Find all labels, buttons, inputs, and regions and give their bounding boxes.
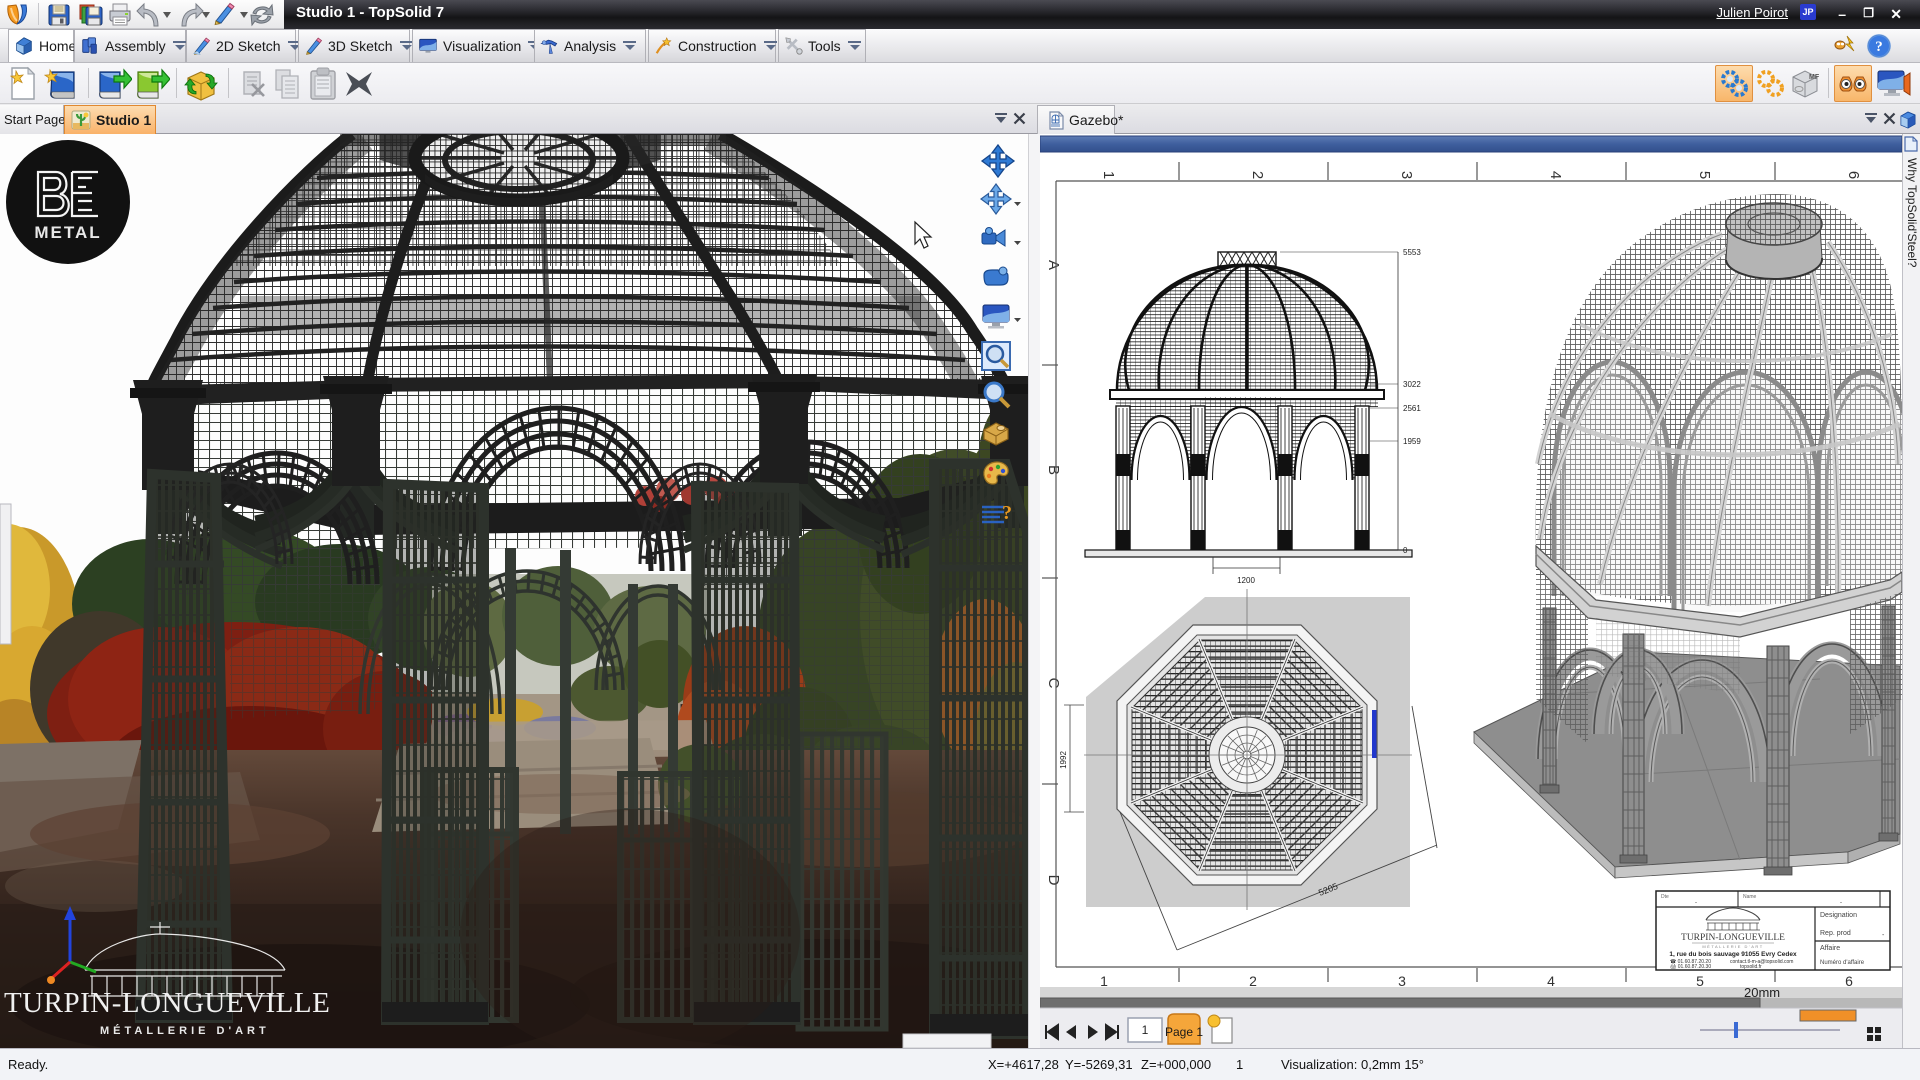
svg-text:1, rue du bois sauvage 91055 E: 1, rue du bois sauvage 91055 Evry Cedex [1669,951,1797,958]
svg-text:C: C [1045,678,1062,689]
svg-text:1959: 1959 [1403,437,1421,446]
svg-text:Affaire: Affaire [1820,945,1840,952]
svg-text:D: D [1045,875,1062,886]
svg-text:🖨 01.60.87.20.30: 🖨 01.60.87.20.30 [1670,963,1711,970]
svg-text:Page 1: Page 1 [1165,1025,1203,1039]
svg-text:0: 0 [1403,546,1408,555]
svg-text:Name: Name [1743,894,1757,900]
svg-text:1: 1 [1100,171,1117,179]
svg-text:5: 5 [1696,973,1704,989]
svg-text:1: 1 [1100,973,1108,989]
svg-text:5553: 5553 [1403,248,1421,257]
svg-text:3: 3 [1398,171,1415,179]
svg-text:4: 4 [1547,171,1564,179]
svg-text:-: - [1695,900,1697,906]
svg-text:1200: 1200 [1237,576,1255,585]
svg-text:topsolid.fr: topsolid.fr [1740,964,1762,970]
svg-text:MÉTALLERIE D'ART: MÉTALLERIE D'ART [1702,944,1763,949]
svg-text:2: 2 [1249,171,1266,179]
svg-text:6: 6 [1845,973,1853,989]
svg-text:MÉTALLERIE D'ART: MÉTALLERIE D'ART [100,1024,270,1037]
svg-text:TURPIN-LONGUEVILLE: TURPIN-LONGUEVILLE [4,987,330,1019]
svg-text:3022: 3022 [1403,380,1421,389]
svg-text:-: - [1840,900,1842,906]
svg-text:TURPIN-LONGUEVILLE: TURPIN-LONGUEVILLE [1681,933,1785,943]
svg-text:Designation: Designation [1820,912,1857,919]
svg-text:?: ? [1875,39,1883,55]
svg-text:Numéro d'affaire: Numéro d'affaire [1820,960,1865,966]
svg-text:METAL: METAL [34,223,101,242]
svg-text:A: A [1045,260,1062,270]
svg-text:5: 5 [1696,171,1713,179]
svg-text:1: 1 [1142,1023,1149,1037]
svg-text:3: 3 [1398,973,1406,989]
svg-text:2: 2 [1249,973,1257,989]
svg-text:Dte: Dte [1661,894,1669,900]
svg-text:1992: 1992 [1059,751,1068,769]
svg-text:Rep. prod: Rep. prod [1820,930,1851,937]
svg-text:20mm: 20mm [1744,985,1780,1000]
svg-text:2561: 2561 [1403,404,1421,413]
svg-text:?: ? [1002,502,1012,524]
svg-text:4: 4 [1547,973,1555,989]
svg-text:6: 6 [1845,171,1862,179]
svg-text:B: B [1045,465,1062,475]
svg-text:MF: MF [1809,74,1820,81]
